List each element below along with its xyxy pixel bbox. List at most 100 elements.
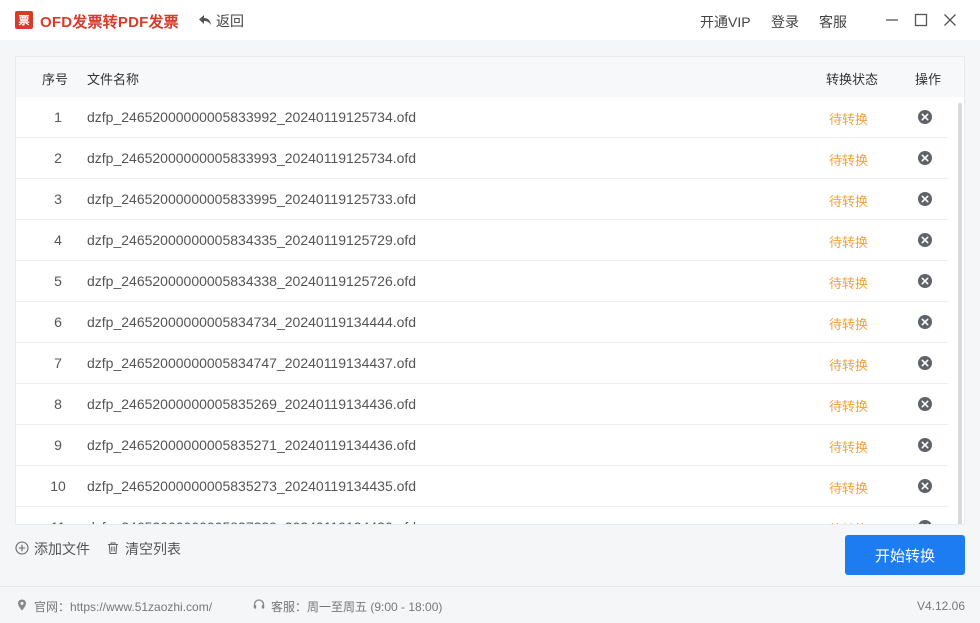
table-row[interactable]: 7 dzfp_24652000000005834747_2024011913443… (16, 343, 948, 384)
table-row[interactable]: 9 dzfp_24652000000005835271_2024011913443… (16, 425, 948, 466)
row-filename: dzfp_24652000000005834335_20240119125729… (87, 232, 417, 248)
table-row[interactable]: 5 dzfp_24652000000005834338_2024011912572… (16, 261, 948, 302)
row-index: 6 (54, 314, 62, 330)
close-circle-icon (918, 397, 932, 411)
back-label: 返回 (216, 13, 244, 29)
website-text: 官网：https://www.51zaozhi.com/ (34, 600, 213, 614)
delete-row-button[interactable] (917, 478, 933, 494)
table-body: 1 dzfp_24652000000005833992_2024011912573… (16, 97, 964, 524)
row-filename: dzfp_24652000000005837329_20240119134430… (87, 519, 416, 524)
close-circle-icon (918, 315, 932, 329)
close-circle-icon (918, 274, 932, 288)
website-link[interactable]: 官网：https://www.51zaozhi.com/ (15, 598, 212, 615)
header-index: 序号 (42, 72, 69, 87)
row-index: 5 (54, 273, 62, 289)
close-circle-icon (918, 520, 932, 524)
row-filename: dzfp_24652000000005835269_20240119134436… (87, 396, 417, 412)
delete-row-button[interactable] (917, 314, 933, 330)
delete-row-button[interactable] (917, 150, 933, 166)
plus-circle-icon (15, 540, 29, 558)
row-status: 待转换 (829, 399, 869, 414)
row-index: 7 (54, 355, 62, 371)
close-circle-icon (918, 356, 932, 370)
version-label: V4.12.06 (916, 599, 965, 613)
row-filename: dzfp_24652000000005834747_20240119134437… (87, 355, 417, 371)
open-vip-link[interactable]: 开通VIP (700, 12, 751, 32)
delete-row-button[interactable] (917, 355, 933, 371)
row-index: 1 (54, 109, 62, 125)
close-window-button[interactable] (940, 10, 960, 30)
trash-icon (106, 541, 120, 558)
login-link[interactable]: 登录 (771, 12, 799, 32)
maximize-button[interactable] (911, 10, 931, 30)
close-circle-icon (918, 110, 932, 124)
minimize-button[interactable] (882, 10, 902, 30)
row-status: 待转换 (829, 153, 869, 168)
add-file-label: 添加文件 (34, 541, 90, 557)
table-row[interactable]: 10 dzfp_24652000000005835273_202401191344… (16, 466, 948, 507)
row-index: 11 (36, 519, 80, 524)
header-status: 转换状态 (826, 72, 879, 87)
row-index: 10 (50, 478, 66, 494)
row-filename: dzfp_24652000000005834734_20240119134444… (87, 314, 417, 330)
table-row[interactable]: 11 dzfp_24652000000005837329_202401191344… (16, 507, 948, 524)
delete-row-button[interactable] (917, 232, 933, 248)
row-index: 3 (54, 191, 62, 207)
footer-divider (0, 586, 980, 587)
delete-row-button[interactable] (917, 396, 933, 412)
table-row[interactable]: 1 dzfp_24652000000005833992_2024011912573… (16, 97, 948, 138)
start-convert-button[interactable]: 开始转换 (845, 535, 965, 575)
file-table: 序号 文件名称 转换状态 操作 1 dzfp_246520000000058339… (15, 56, 965, 525)
close-circle-icon (918, 438, 932, 452)
row-status: 待转换 (829, 440, 869, 455)
row-filename: dzfp_24652000000005835271_20240119134436… (87, 437, 417, 453)
row-status: 待转换 (829, 358, 869, 373)
row-status: 待转换 (829, 481, 869, 496)
clear-list-label: 清空列表 (125, 541, 181, 557)
row-filename: dzfp_24652000000005834338_20240119125726… (87, 273, 417, 289)
clear-list-button[interactable]: 清空列表 (106, 539, 181, 559)
table-row[interactable]: 3 dzfp_24652000000005833995_2024011912573… (16, 179, 948, 220)
row-index: 2 (54, 150, 62, 166)
table-row[interactable]: 2 dzfp_24652000000005833993_2024011912573… (16, 138, 948, 179)
row-filename: dzfp_24652000000005835273_20240119134435… (87, 478, 417, 494)
close-circle-icon (918, 233, 932, 247)
customer-service-link[interactable]: 客服 (819, 12, 847, 32)
back-button[interactable]: 返回 (198, 11, 244, 31)
close-circle-icon (918, 192, 932, 206)
table-row[interactable]: 6 dzfp_24652000000005834734_2024011913444… (16, 302, 948, 343)
minimize-icon (886, 19, 898, 21)
title-bar: 票 OFD发票转PDF发票 返回 开通VIP 登录 客服 (0, 0, 980, 40)
row-status: 待转换 (829, 276, 869, 291)
header-action: 操作 (915, 72, 942, 87)
service-hours-text: 客服：周一至周五 (9:00 - 18:00) (271, 600, 443, 614)
app-logo-icon: 票 (15, 11, 33, 29)
add-file-button[interactable]: 添加文件 (15, 539, 90, 559)
app-title: OFD发票转PDF发票 (40, 14, 179, 31)
delete-row-button[interactable] (917, 519, 933, 524)
headset-icon (252, 598, 266, 615)
row-status: 待转换 (829, 194, 869, 209)
scrollbar[interactable] (958, 103, 962, 524)
delete-row-button[interactable] (917, 437, 933, 453)
close-circle-icon (918, 151, 932, 165)
close-icon (944, 14, 956, 26)
row-filename: dzfp_24652000000005833993_20240119125734… (87, 150, 417, 166)
row-index: 4 (54, 232, 62, 248)
row-filename: dzfp_24652000000005833995_20240119125733… (87, 191, 417, 207)
app-window: 票 OFD发票转PDF发票 返回 开通VIP 登录 客服 序号 文件名称 转换状… (0, 0, 980, 623)
table-header: 序号 文件名称 转换状态 操作 (16, 57, 964, 97)
delete-row-button[interactable] (917, 191, 933, 207)
row-status: 待转换 (829, 235, 869, 250)
service-hours: 客服：周一至周五 (9:00 - 18:00) (252, 598, 442, 615)
row-status: 待转换 (829, 112, 869, 127)
row-status: 待转换 (829, 317, 869, 332)
row-filename: dzfp_24652000000005833992_20240119125734… (87, 109, 417, 125)
table-row[interactable]: 8 dzfp_24652000000005835269_2024011913443… (16, 384, 948, 425)
close-circle-icon (918, 479, 932, 493)
row-index: 9 (54, 437, 62, 453)
location-pin-icon (15, 598, 29, 615)
delete-row-button[interactable] (917, 109, 933, 125)
table-row[interactable]: 4 dzfp_24652000000005834335_2024011912572… (16, 220, 948, 261)
delete-row-button[interactable] (917, 273, 933, 289)
